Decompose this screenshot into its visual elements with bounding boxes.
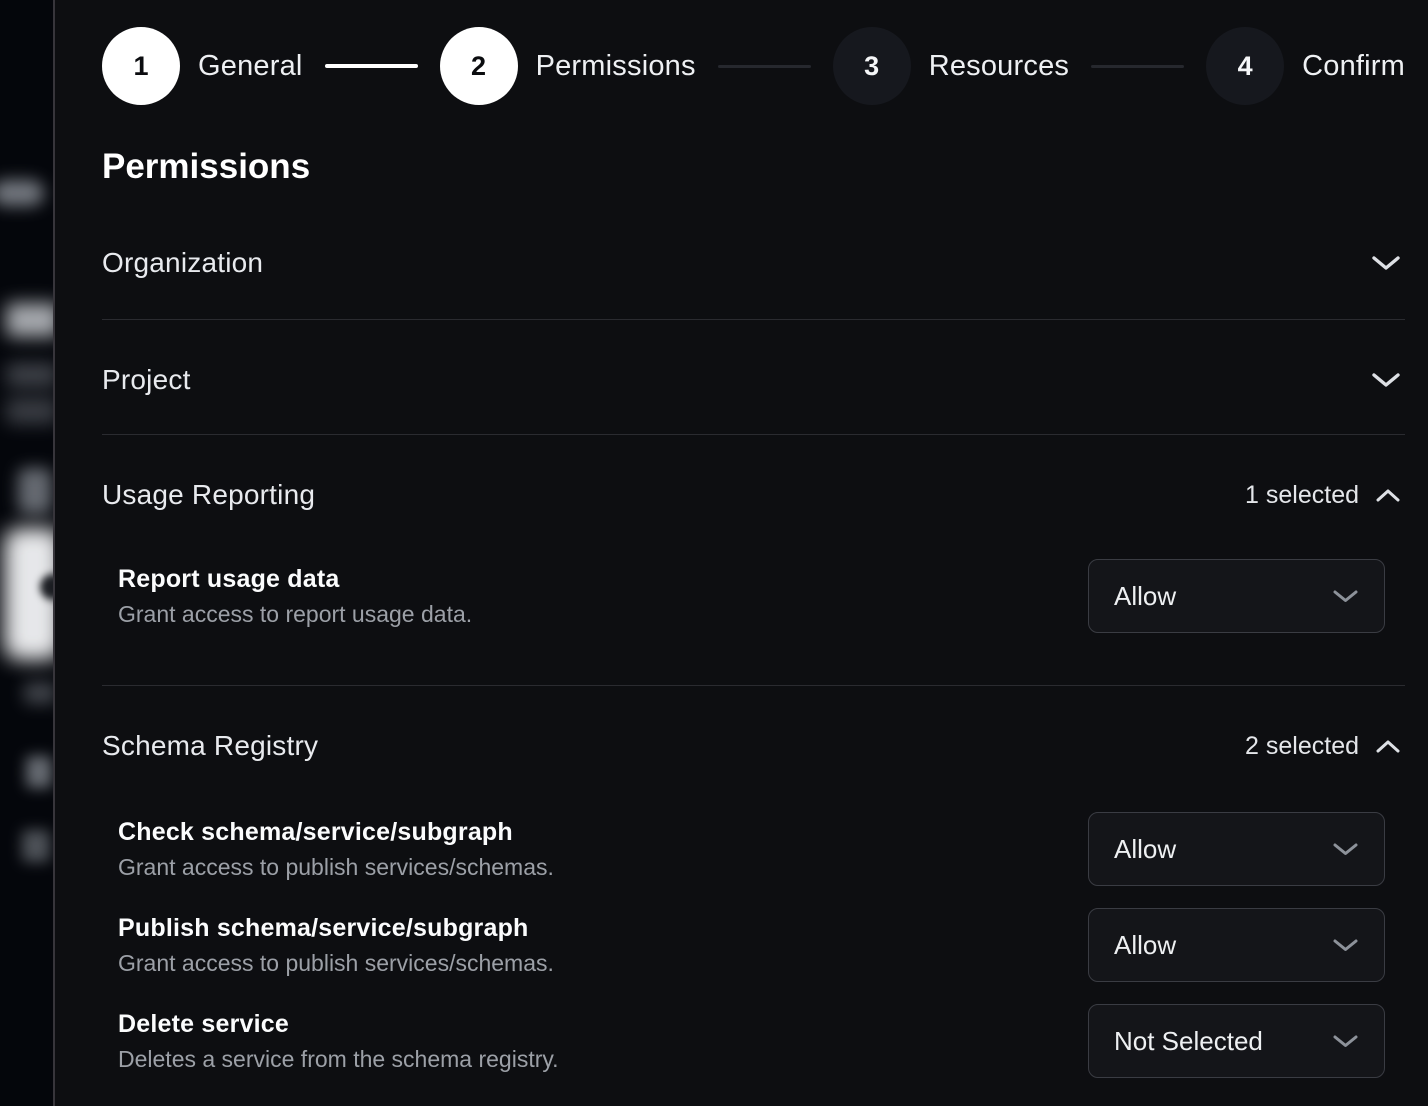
chevron-down-icon [1332,1033,1359,1049]
section-usage-reporting-header[interactable]: Usage Reporting 1 selected [102,479,1405,511]
blurred-sidebar-logo [0,180,44,206]
blurred-sidebar-item [24,682,56,704]
permissions-wizard-panel: 1 General 2 Permissions 3 Resources 4 Co… [53,0,1428,1106]
permission-title: Check schema/service/subgraph [118,818,554,847]
blurred-sidebar-text [6,398,58,424]
permission-select[interactable]: Allow [1088,559,1385,633]
blurred-sidebar-icon [18,468,52,514]
selected-count: 2 selected [1245,732,1359,761]
section-organization: Organization [102,187,1405,320]
select-value: Allow [1114,834,1176,865]
permission-row-check-schema: Check schema/service/subgraph Grant acce… [102,812,1405,886]
blurred-sidebar-heading [6,303,60,337]
permission-description: Grant access to report usage data. [118,601,472,628]
select-value: Not Selected [1114,1026,1263,1057]
permission-description: Grant access to publish services/schemas… [118,854,554,881]
step-2-label: Permissions [536,50,696,83]
select-value: Allow [1114,930,1176,961]
section-usage-reporting: Usage Reporting 1 selected Report usage … [102,435,1405,686]
section-title: Usage Reporting [102,479,315,511]
chevron-down-icon [1332,937,1359,953]
section-schema-registry-header[interactable]: Schema Registry 2 selected [102,730,1405,762]
section-title: Schema Registry [102,730,318,762]
step-connector-upcoming [1091,65,1184,68]
selected-count: 1 selected [1245,481,1359,510]
step-connector-upcoming [718,65,811,68]
step-resources[interactable]: 3 Resources [833,27,1069,105]
step-3-badge: 3 [833,27,911,105]
step-confirm[interactable]: 4 Confirm [1206,27,1405,105]
permission-select[interactable]: Allow [1088,812,1385,886]
step-1-badge: 1 [102,27,180,105]
chevron-down-icon [1371,371,1401,389]
chevron-down-icon [1332,588,1359,604]
screen: 1 General 2 Permissions 3 Resources 4 Co… [0,0,1428,1106]
step-3-label: Resources [929,50,1069,83]
section-title: Organization [102,247,263,279]
chevron-up-icon [1375,488,1401,503]
step-4-label: Confirm [1302,50,1405,83]
permission-row-delete-service: Delete service Deletes a service from th… [102,1004,1405,1078]
wizard-stepper: 1 General 2 Permissions 3 Resources 4 Co… [102,27,1405,105]
permission-row-report-usage-data: Report usage data Grant access to report… [102,559,1405,633]
permission-select[interactable]: Not Selected [1088,1004,1385,1078]
section-schema-registry: Schema Registry 2 selected Check schema/… [102,686,1405,1106]
permission-title: Publish schema/service/subgraph [118,914,554,943]
step-2-badge: 2 [440,27,518,105]
permission-title: Report usage data [118,565,472,594]
step-general[interactable]: 1 General [102,27,303,105]
blurred-sidebar-item [22,830,50,862]
permission-row-publish-schema: Publish schema/service/subgraph Grant ac… [102,908,1405,982]
section-organization-header[interactable]: Organization [102,247,1405,279]
step-permissions[interactable]: 2 Permissions [440,27,696,105]
permission-description: Deletes a service from the schema regist… [118,1046,559,1073]
section-project: Project [102,320,1405,435]
blurred-sidebar-text [6,363,58,387]
permission-description: Grant access to publish services/schemas… [118,950,554,977]
step-connector-complete [325,64,418,68]
step-4-badge: 4 [1206,27,1284,105]
permission-title: Delete service [118,1010,559,1039]
chevron-down-icon [1371,254,1401,272]
page-title: Permissions [102,147,1405,187]
blurred-sidebar-item [26,756,52,788]
select-value: Allow [1114,581,1176,612]
section-title: Project [102,364,191,396]
permission-select[interactable]: Allow [1088,908,1385,982]
chevron-up-icon [1375,739,1401,754]
step-1-label: General [198,50,303,83]
section-project-header[interactable]: Project [102,364,1405,396]
chevron-down-icon [1332,841,1359,857]
